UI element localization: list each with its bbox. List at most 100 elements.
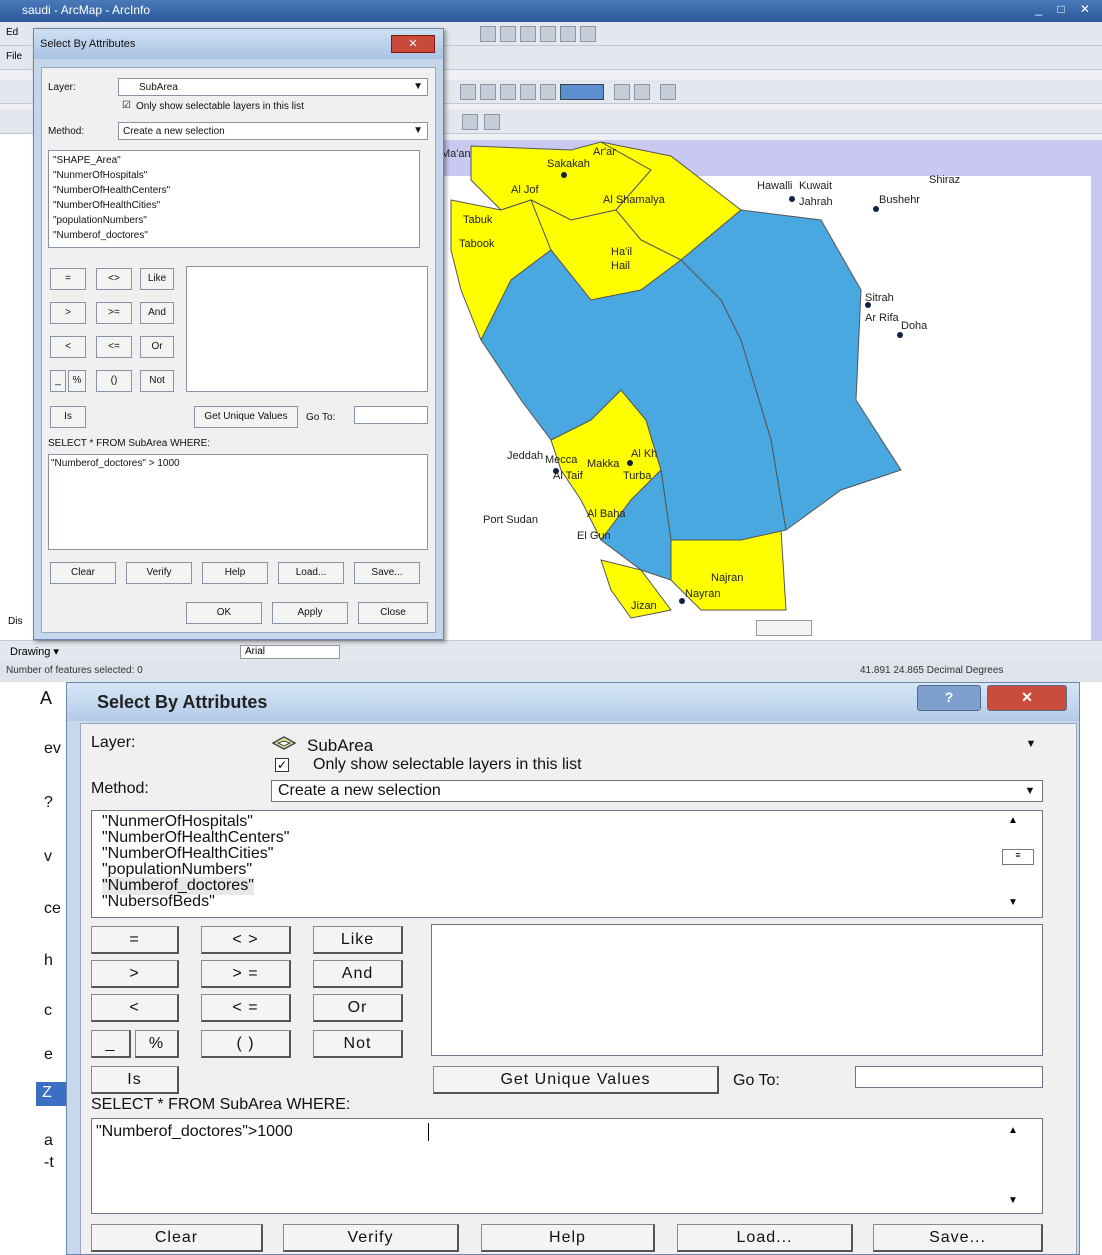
not-equals-button[interactable]: < > (201, 926, 291, 954)
field-item[interactable]: "Numberof_doctores" (53, 230, 148, 241)
layer-select[interactable]: SubArea ▼ (118, 78, 428, 96)
help-icon[interactable]: ? (917, 685, 981, 711)
greater-button[interactable]: > (91, 960, 179, 988)
parentheses-button[interactable]: () (96, 370, 132, 392)
unique-values-list[interactable] (186, 266, 428, 392)
save-button[interactable]: Save... (354, 562, 420, 584)
equals-button[interactable]: = (91, 926, 179, 954)
method-select[interactable]: Create a new selection ▼ (271, 780, 1043, 802)
toolbar-icon[interactable] (660, 84, 676, 100)
get-unique-values-button[interactable]: Get Unique Values (194, 406, 298, 428)
layer-select[interactable]: SubArea ▼ (271, 734, 1043, 756)
fields-list[interactable]: "NunmerOfHospitals" "NumberOfHealthCente… (91, 810, 1043, 918)
help-button[interactable]: Help (481, 1224, 655, 1252)
fields-list[interactable]: "SHAPE_Area" "NunmerOfHospitals" "Number… (48, 150, 420, 248)
less-button[interactable]: < (91, 994, 179, 1022)
chevron-down-icon[interactable]: ▼ (413, 81, 423, 92)
goto-input[interactable] (855, 1066, 1043, 1088)
greater-button[interactable]: > (50, 302, 86, 324)
fields-scrollbar[interactable]: ▲ ≡ ▼ (998, 811, 1042, 917)
equals-button[interactable]: = (50, 268, 86, 290)
greater-equal-button[interactable]: > = (201, 960, 291, 988)
toolbar-icon[interactable] (480, 84, 496, 100)
toolbar-icon[interactable] (540, 26, 556, 42)
chevron-down-icon[interactable]: ▼ (413, 125, 423, 136)
clear-button[interactable]: Clear (91, 1224, 263, 1252)
ok-button[interactable]: OK (186, 602, 262, 624)
scroll-down-icon[interactable]: ▼ (1008, 1195, 1018, 1206)
scroll-down-icon[interactable]: ▼ (1008, 897, 1018, 908)
font-select[interactable]: Arial (240, 645, 340, 659)
toolbar-icon[interactable] (560, 26, 576, 42)
close-button[interactable]: Close (358, 602, 428, 624)
scroll-up-icon[interactable]: ▲ (1008, 1125, 1018, 1136)
field-item[interactable]: "NunmerOfHospitals" (53, 170, 147, 181)
toolbar-icon[interactable] (580, 26, 596, 42)
percent-button[interactable]: % (68, 370, 86, 392)
like-button[interactable]: Like (313, 926, 403, 954)
parentheses-button[interactable]: ( ) (201, 1030, 291, 1058)
toc-tab-display[interactable]: Dis (8, 616, 22, 627)
or-button[interactable]: Or (140, 336, 174, 358)
toolbar-icon[interactable] (614, 84, 630, 100)
field-item[interactable]: "populationNumbers" (53, 215, 147, 226)
load-button[interactable]: Load... (278, 562, 344, 584)
drawing-menu[interactable]: Drawing ▾ (10, 646, 59, 658)
unique-values-list[interactable] (431, 924, 1043, 1056)
get-unique-values-button[interactable]: Get Unique Values (433, 1066, 719, 1094)
map-scroll-thumb[interactable] (756, 620, 812, 636)
is-button[interactable]: Is (50, 406, 86, 428)
toolbar-icon[interactable] (520, 26, 536, 42)
close-icon[interactable]: ✕ (391, 35, 435, 53)
verify-button[interactable]: Verify (283, 1224, 459, 1252)
toolbar-icon[interactable] (520, 84, 536, 100)
less-equal-button[interactable]: <= (96, 336, 132, 358)
expression-textarea[interactable]: "Numberof_doctores" > 1000 (48, 454, 428, 550)
less-equal-button[interactable]: < = (201, 994, 291, 1022)
scroll-up-icon[interactable]: ▲ (1008, 815, 1018, 826)
scroll-grip-icon[interactable]: ≡ (1002, 849, 1034, 865)
not-button[interactable]: Not (313, 1030, 403, 1058)
field-item[interactable]: "SHAPE_Area" (53, 155, 121, 166)
save-button[interactable]: Save... (873, 1224, 1043, 1252)
only-selectable-checkbox[interactable]: ☑ (122, 100, 131, 111)
map-view[interactable]: Ma'an Ar'ar Sakakah Al Jof Al Shamalya T… (440, 140, 1102, 640)
field-item[interactable]: "NubersofBeds" (102, 893, 215, 911)
toolbar-icon[interactable] (462, 114, 478, 130)
clear-button[interactable]: Clear (50, 562, 116, 584)
field-item[interactable]: "NumberOfHealthCenters" (53, 185, 170, 196)
toolbar-icon[interactable] (500, 26, 516, 42)
close-icon[interactable]: ✕ (987, 685, 1067, 711)
toolbar-icon[interactable] (634, 84, 650, 100)
toolbar-icon[interactable] (500, 84, 516, 100)
load-button[interactable]: Load... (677, 1224, 853, 1252)
menu-file[interactable]: File (6, 51, 22, 62)
chevron-down-icon[interactable]: ▼ (1020, 735, 1042, 753)
underscore-button[interactable]: _ (91, 1030, 131, 1058)
or-button[interactable]: Or (313, 994, 403, 1022)
only-selectable-checkbox[interactable]: ✓ (275, 758, 289, 772)
window-buttons[interactable]: _ □ ✕ (1035, 2, 1096, 16)
is-button[interactable]: Is (91, 1066, 179, 1094)
not-equals-button[interactable]: <> (96, 268, 132, 290)
method-select[interactable]: Create a new selection ▼ (118, 122, 428, 140)
and-button[interactable]: And (140, 302, 174, 324)
like-button[interactable]: Like (140, 268, 174, 290)
less-button[interactable]: < (50, 336, 86, 358)
apply-button[interactable]: Apply (272, 602, 348, 624)
menu-edit[interactable]: Ed (6, 27, 18, 38)
goto-input[interactable] (354, 406, 428, 424)
and-button[interactable]: And (313, 960, 403, 988)
expression-scrollbar[interactable]: ▲ ▼ (998, 1119, 1042, 1213)
toolbar-icon[interactable] (460, 84, 476, 100)
toolbar-icon[interactable] (480, 26, 496, 42)
chevron-down-icon[interactable]: ▼ (1019, 782, 1041, 800)
underscore-button[interactable]: _ (50, 370, 66, 392)
help-button[interactable]: Help (202, 562, 268, 584)
greater-equal-button[interactable]: >= (96, 302, 132, 324)
percent-button[interactable]: % (135, 1030, 179, 1058)
scale-dropdown[interactable] (560, 84, 604, 100)
toolbar-icon[interactable] (540, 84, 556, 100)
not-button[interactable]: Not (140, 370, 174, 392)
expression-textarea[interactable]: "Numberof_doctores">1000 ▲ ▼ (91, 1118, 1043, 1214)
